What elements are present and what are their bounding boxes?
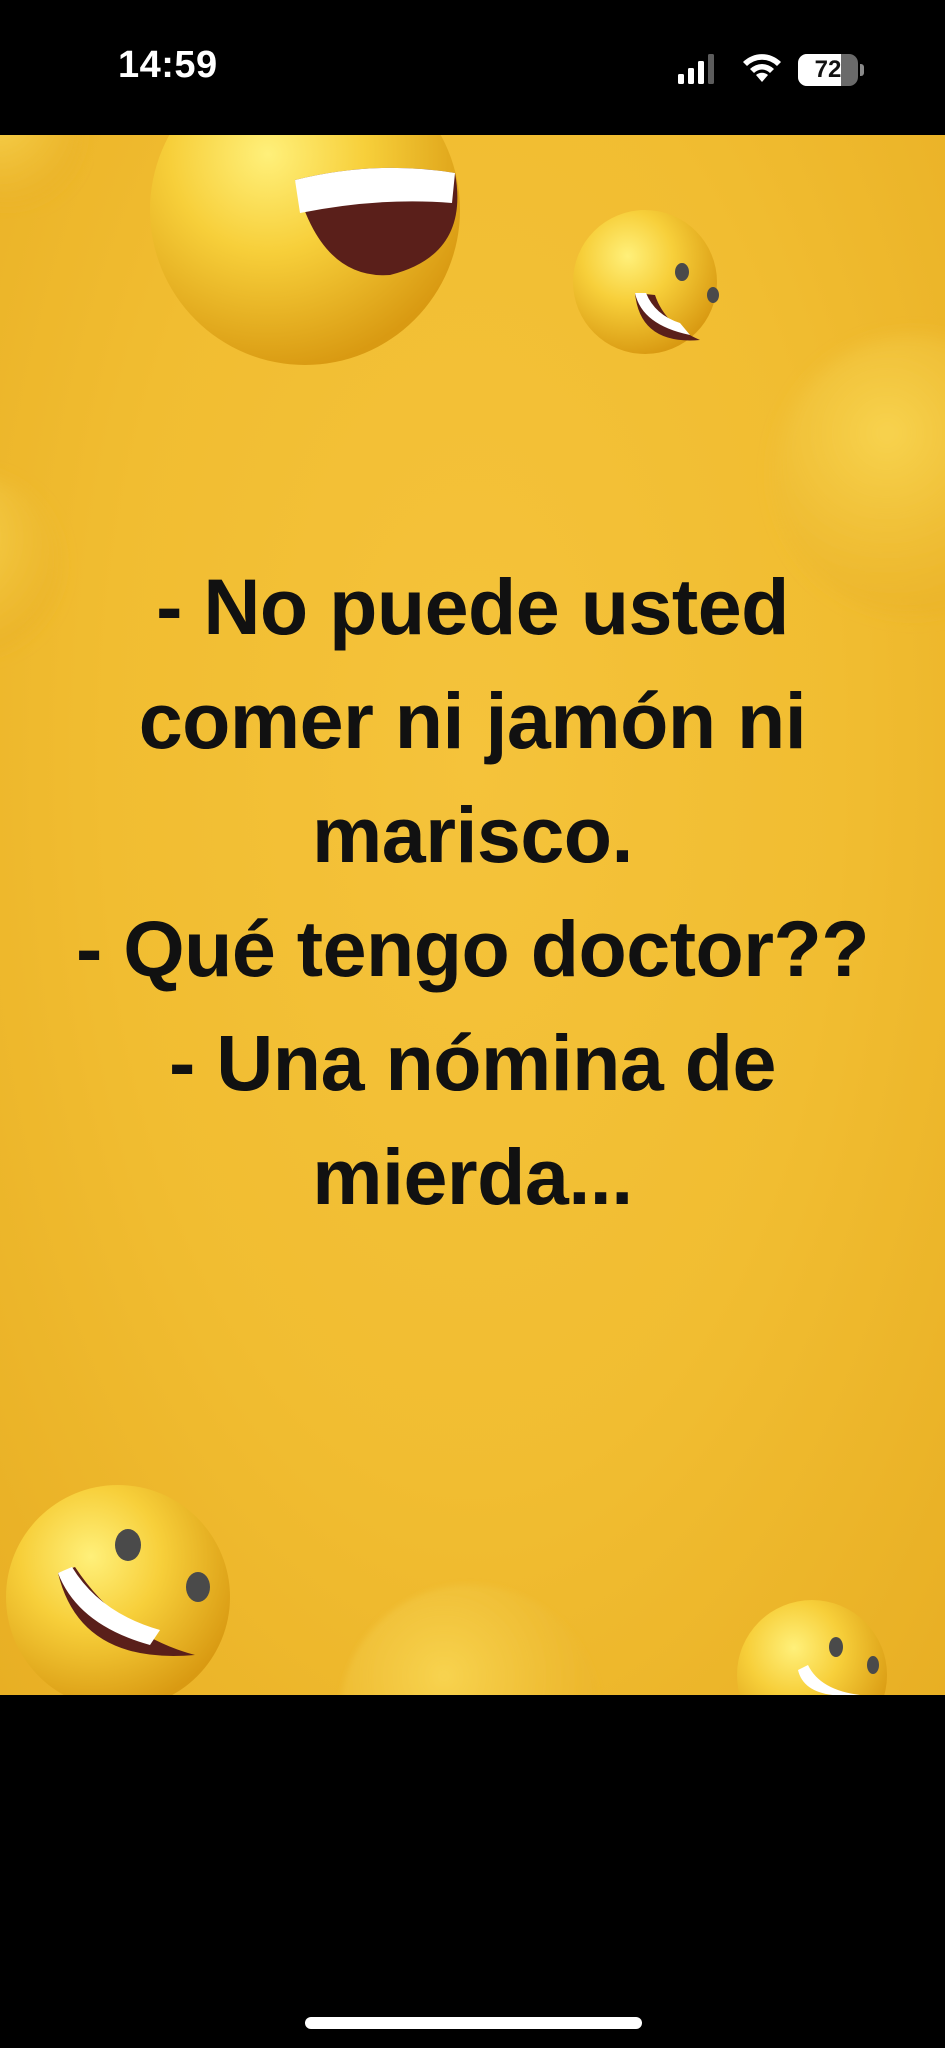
blurred-emoji-icon — [341, 1585, 599, 1695]
bottom-black-area — [0, 1695, 945, 2048]
battery-percentage: 72 — [814, 56, 842, 83]
meme-line: marisco. — [312, 790, 633, 879]
meme-line: mierda... — [312, 1132, 633, 1221]
status-time: 14:59 — [118, 44, 218, 86]
battery-indicator: 72 — [798, 54, 864, 86]
blurred-emoji-icon — [0, 135, 80, 205]
smiling-emoji-icon — [6, 1485, 230, 1695]
battery-tip — [860, 64, 864, 76]
laughing-emoji-icon — [150, 135, 460, 365]
home-indicator[interactable] — [305, 2017, 642, 2029]
meme-line: comer ni jamón ni — [138, 676, 807, 765]
meme-image[interactable]: - No puede usted comer ni jamón ni maris… — [0, 135, 945, 1695]
meme-joke-text: - No puede usted comer ni jamón ni maris… — [0, 550, 945, 1234]
meme-line: - No puede usted — [156, 562, 789, 651]
smiling-emoji-icon — [573, 210, 719, 354]
meme-line: - Qué tengo doctor?? — [75, 904, 870, 993]
status-bar: 14:59 72 — [0, 0, 945, 135]
smiling-emoji-icon — [737, 1600, 887, 1695]
wifi-icon — [743, 54, 781, 82]
cellular-signal-icon — [678, 54, 714, 84]
meme-line: - Una nómina de — [169, 1018, 777, 1107]
